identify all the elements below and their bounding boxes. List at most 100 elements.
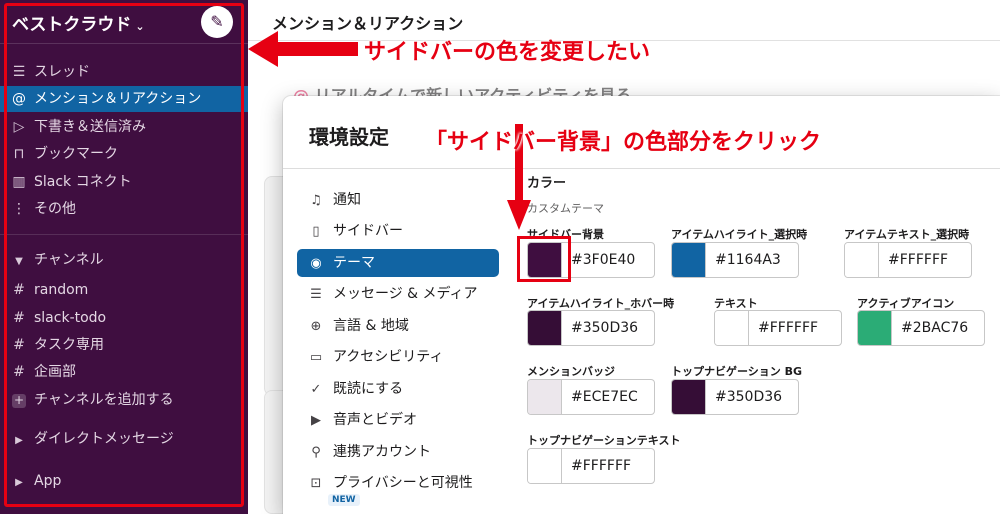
sidebar-item-bookmarks[interactable]: ⊓ ブックマーク	[0, 141, 248, 167]
hash-icon: #	[13, 337, 25, 353]
color-hex-value[interactable]: #FFFFFF	[571, 458, 631, 474]
color-swatch-item-text-selected[interactable]	[845, 243, 879, 277]
channel-label: random	[34, 282, 89, 298]
menu-label: 音声とビデオ	[333, 412, 417, 428]
preferences-dialog: 環境設定 ♫ 通知 ▯ サイドバー ◉ テーマ ☰ メッセージ & メディア ⊕ 言語 &…	[283, 96, 1000, 514]
sidebar-item-slack-connect[interactable]: ▥ Slack コネクト	[0, 169, 248, 195]
color-hex-value[interactable]: #350D36	[571, 320, 638, 336]
color-hex-value[interactable]: #1164A3	[715, 252, 781, 268]
pref-menu-language-region[interactable]: ⊕ 言語 & 地域	[297, 312, 499, 340]
hash-icon: #	[13, 310, 25, 326]
menu-label: アクセシビリティ	[333, 349, 444, 365]
message-icon: ☰	[310, 287, 322, 302]
building-icon: ▥	[12, 174, 26, 190]
color-label-item-text-selected: アイテムテキスト_選択時	[844, 228, 970, 241]
color-label-text: テキスト	[714, 297, 758, 310]
lock-icon: ⊡	[310, 476, 322, 491]
color-label-mention-badge: メンションバッジ	[527, 365, 615, 378]
color-field-sidebar-bg[interactable]: #3F0E40	[527, 242, 655, 278]
color-label-sidebar-bg: サイドバー背景	[527, 228, 604, 241]
color-field-text[interactable]: #FFFFFF	[714, 310, 842, 346]
compose-icon[interactable]: ✎	[201, 6, 233, 38]
channel-label: slack-todo	[34, 310, 107, 326]
pref-menu-theme[interactable]: ◉ テーマ	[297, 249, 499, 277]
color-field-item-highlight-hover[interactable]: #350D36	[527, 310, 655, 346]
color-field-item-text-selected[interactable]: #FFFFFF	[844, 242, 972, 278]
color-swatch-sidebar-bg[interactable]	[528, 243, 562, 277]
sidebar-channel-slack-todo[interactable]: # slack-todo	[0, 305, 248, 331]
page-title: メンション＆リアクション	[272, 14, 464, 33]
pref-menu-mark-as-read[interactable]: ✓ 既読にする	[297, 375, 499, 403]
color-hex-value[interactable]: #ECE7EC	[571, 389, 638, 405]
menu-label: テーマ	[333, 255, 375, 271]
color-swatch-text[interactable]	[715, 311, 749, 345]
color-swatch-item-highlight-hover[interactable]	[528, 311, 562, 345]
color-swatch-top-nav-text[interactable]	[528, 449, 562, 483]
color-swatch-top-nav-bg[interactable]	[672, 380, 706, 414]
color-hex-value[interactable]: #FFFFFF	[758, 320, 818, 336]
color-hex-value[interactable]: #FFFFFF	[888, 252, 948, 268]
new-badge: NEW	[328, 494, 360, 506]
color-swatch-mention-badge[interactable]	[528, 380, 562, 414]
sidebar-item-drafts[interactable]: ▷ 下書き＆送信済み	[0, 114, 248, 140]
channel-label: タスク専用	[34, 337, 104, 353]
section-label: チャンネル	[34, 252, 104, 268]
dialog-divider	[283, 168, 1000, 169]
dm-section-header[interactable]: ▶ ダイレクトメッセージ	[0, 426, 248, 452]
sidebar-item-threads[interactable]: ☰ スレッド	[0, 59, 248, 85]
pref-menu-accessibility[interactable]: ▭ アクセシビリティ	[297, 343, 499, 371]
pref-menu-notifications[interactable]: ♫ 通知	[297, 186, 499, 214]
custom-theme-subtitle: カスタムテーマ	[527, 202, 604, 215]
color-hex-value[interactable]: #350D36	[715, 389, 782, 405]
channel-label: 企画部	[34, 364, 76, 380]
add-channel-label: チャンネルを追加する	[34, 392, 174, 408]
sidebar-item-label: その他	[34, 201, 76, 217]
pref-menu-sidebar[interactable]: ▯ サイドバー	[297, 217, 499, 245]
sidebar-channel-tasks[interactable]: # タスク専用	[0, 332, 248, 358]
sidebar-icon: ▯	[312, 224, 320, 239]
channels-section-header[interactable]: ▼ チャンネル	[0, 247, 248, 273]
sidebar-item-mentions[interactable]: @ メンション＆リアクション	[0, 86, 248, 112]
menu-label: 既読にする	[333, 381, 404, 397]
sidebar-item-label: ブックマーク	[34, 146, 118, 162]
color-label-item-highlight-selected: アイテムハイライト_選択時	[671, 228, 808, 241]
color-field-top-nav-bg[interactable]: #350D36	[671, 379, 799, 415]
color-field-mention-badge[interactable]: #ECE7EC	[527, 379, 655, 415]
bookmark-icon: ⊓	[13, 146, 25, 162]
sidebar-item-label: Slack コネクト	[34, 174, 132, 190]
sidebar: ベストクラウド ⌄ ✎ ☰ スレッド @ メンション＆リアクション ▷ 下書き＆送信済み…	[0, 0, 248, 514]
more-icon: ⋮	[12, 201, 26, 217]
pref-menu-messages-media[interactable]: ☰ メッセージ & メディア	[297, 280, 499, 308]
mention-icon: @	[12, 91, 26, 107]
annotation-sidebar-note: サイドバーの色を変更したい	[364, 40, 651, 65]
pref-menu-privacy-visibility[interactable]: ⊡ プライバシーと可視性	[297, 469, 499, 497]
sidebar-item-label: 下書き＆送信済み	[34, 119, 146, 135]
menu-label: メッセージ & メディア	[333, 286, 478, 302]
app-section-header[interactable]: ▶ App	[0, 468, 248, 494]
menu-label: プライバシーと可視性	[333, 475, 473, 491]
color-hex-value[interactable]: #2BAC76	[901, 320, 968, 336]
color-field-active-icon[interactable]: #2BAC76	[857, 310, 985, 346]
menu-label: 連携アカウント	[333, 444, 431, 460]
add-channel-button[interactable]: + チャンネルを追加する	[0, 387, 248, 413]
pref-menu-connected-accounts[interactable]: ⚲ 連携アカウント	[297, 438, 499, 466]
color-swatch-active-icon[interactable]	[858, 311, 892, 345]
color-field-item-highlight-selected[interactable]: #1164A3	[671, 242, 799, 278]
pref-menu-audio-video[interactable]: ▶ 音声とビデオ	[297, 406, 499, 434]
menu-label: 言語 & 地域	[333, 318, 409, 334]
color-swatch-item-highlight-selected[interactable]	[672, 243, 706, 277]
threads-icon: ☰	[12, 64, 26, 80]
color-label-top-nav-bg: トップナビゲーション BG	[671, 365, 803, 378]
color-label-top-nav-text: トップナビゲーションテキスト	[527, 434, 681, 447]
color-field-top-nav-text[interactable]: #FFFFFF	[527, 448, 655, 484]
plug-icon: ⚲	[311, 445, 321, 460]
color-hex-value[interactable]: #3F0E40	[571, 252, 635, 268]
workspace-name[interactable]: ベストクラウド ⌄	[12, 10, 145, 35]
sidebar-item-more[interactable]: ⋮ その他	[0, 196, 248, 222]
sidebar-channel-planning[interactable]: # 企画部	[0, 359, 248, 385]
sidebar-channel-random[interactable]: # random	[0, 277, 248, 303]
sidebar-item-label: スレッド	[34, 64, 90, 80]
bell-icon: ♫	[310, 193, 322, 208]
workspace-header[interactable]: ベストクラウド ⌄ ✎	[0, 0, 248, 44]
hash-icon: #	[13, 282, 25, 298]
